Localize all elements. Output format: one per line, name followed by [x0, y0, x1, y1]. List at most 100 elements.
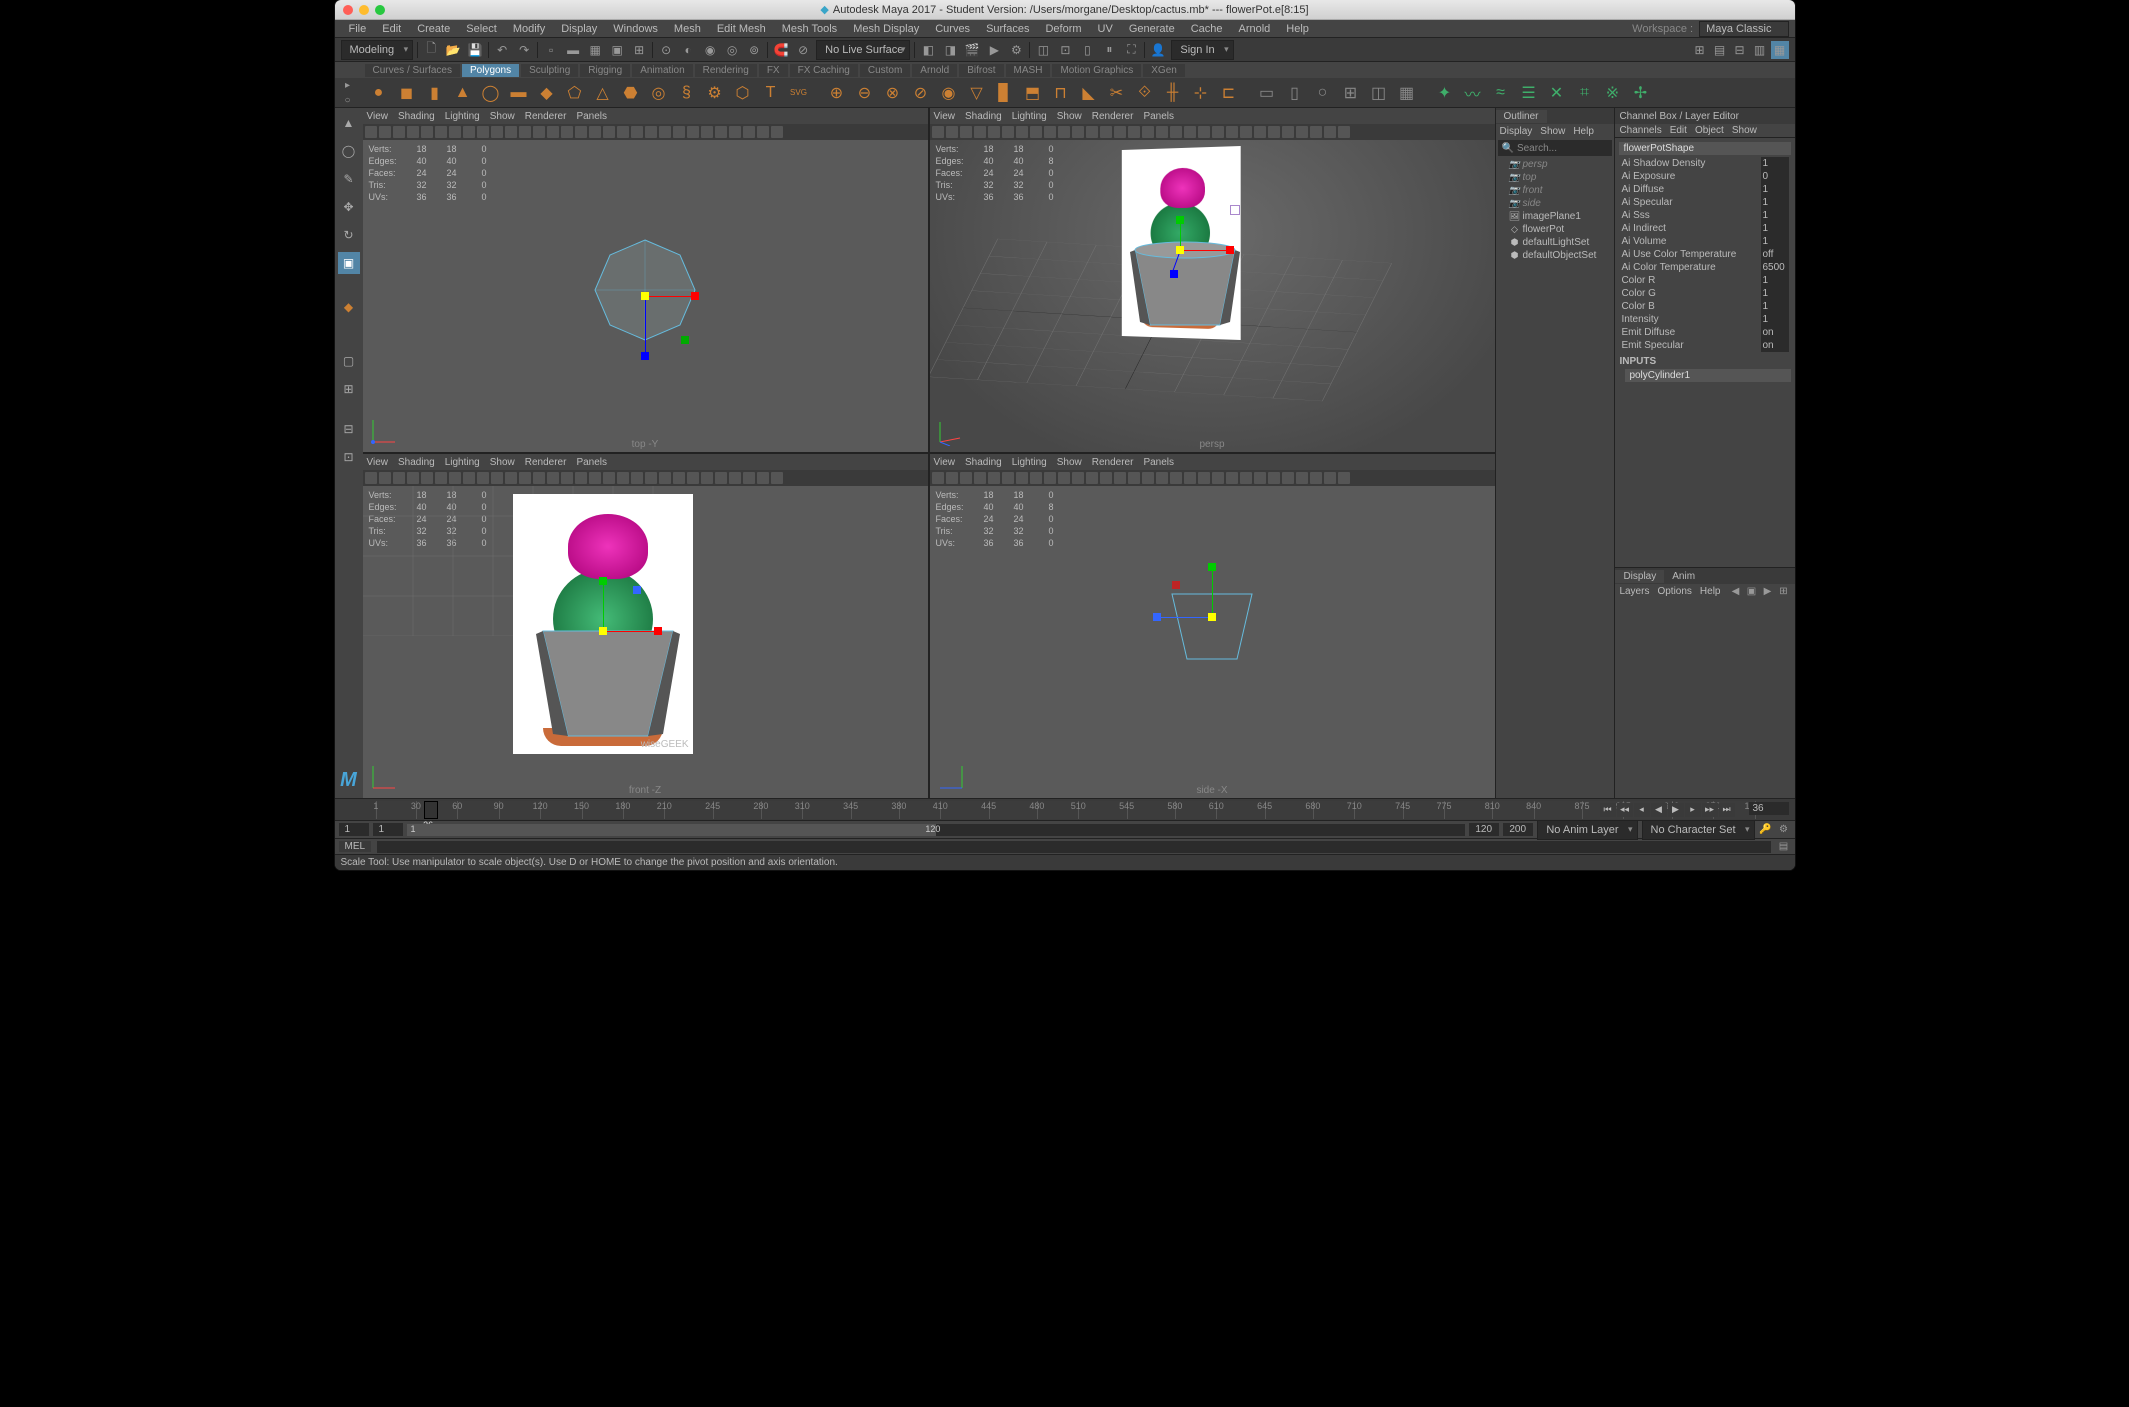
goto-start-icon[interactable]: ⏮ [1600, 803, 1616, 817]
vp-ic[interactable] [1128, 126, 1140, 138]
vp-ic[interactable] [561, 472, 573, 484]
vp-ic[interactable] [757, 126, 769, 138]
script-editor-icon[interactable]: ▤ [1777, 840, 1791, 854]
vp-ic[interactable] [379, 126, 391, 138]
vp-ic[interactable] [645, 126, 657, 138]
render-icon[interactable]: 🎬 [963, 41, 981, 59]
vp-ic[interactable] [617, 126, 629, 138]
vp-ic[interactable] [1030, 472, 1042, 484]
vp-ic[interactable] [1142, 472, 1154, 484]
outliner-item[interactable]: 📷top [1496, 171, 1615, 184]
no-live-surface[interactable]: No Live Surface [816, 40, 910, 60]
menu-deform[interactable]: Deform [1037, 23, 1089, 35]
poly-sphere-icon[interactable]: ● [367, 81, 391, 105]
outliner-help[interactable]: Help [1573, 126, 1594, 137]
vp-menu-renderer[interactable]: Renderer [525, 111, 567, 122]
vp-ic[interactable] [701, 126, 713, 138]
vp-ic[interactable] [1100, 126, 1112, 138]
sculpt-flatten-icon[interactable]: ⌗ [1573, 81, 1597, 105]
reduce-icon[interactable]: ▽ [965, 81, 989, 105]
viewport-front[interactable]: View Shading Lighting Show Renderer Pane… [363, 454, 928, 798]
vp-ic[interactable] [988, 472, 1000, 484]
outliner-item[interactable]: 📷persp [1496, 158, 1615, 171]
vp-menu-renderer[interactable]: Renderer [1092, 111, 1134, 122]
snap-live-icon[interactable]: ⊚ [745, 41, 763, 59]
render-settings-icon[interactable]: ⚙ [1007, 41, 1025, 59]
vp-ic[interactable] [407, 126, 419, 138]
channel-attr[interactable]: Emit Diffuseon [1619, 326, 1790, 339]
vp-ic[interactable] [988, 126, 1000, 138]
vp-menu-show[interactable]: Show [490, 111, 515, 122]
time-slider[interactable]: 1306090120150180210245280310345380410445… [335, 798, 1795, 820]
scale-center-handle[interactable] [1208, 613, 1216, 621]
vp-ic[interactable] [603, 472, 615, 484]
vp-ic[interactable] [1198, 126, 1210, 138]
vp-ic[interactable] [715, 126, 727, 138]
vp-ic[interactable] [435, 472, 447, 484]
poly-pyramid-icon[interactable]: △ [591, 81, 615, 105]
vp-ic[interactable] [932, 126, 944, 138]
sel-face-icon[interactable]: ▦ [586, 41, 604, 59]
poly-type-icon[interactable]: T [759, 81, 783, 105]
vp-ic[interactable] [1282, 472, 1294, 484]
vp-menu-shading[interactable]: Shading [965, 111, 1002, 122]
outliner-item[interactable]: 📷side [1496, 197, 1615, 210]
time-cursor[interactable]: 36 [424, 801, 438, 819]
scale-z-handle[interactable] [641, 352, 649, 360]
vp-ic[interactable] [449, 126, 461, 138]
outliner-item[interactable]: 🖼imagePlane1 [1496, 210, 1615, 223]
shelf-tab-fxcache[interactable]: FX Caching [790, 64, 858, 77]
vp-ic[interactable] [1170, 472, 1182, 484]
save-scene-icon[interactable]: 💾 [466, 41, 484, 59]
vp-ic[interactable] [1058, 472, 1070, 484]
scale-y-handle[interactable] [599, 577, 607, 585]
shelf-tab-fx[interactable]: FX [759, 64, 788, 77]
vp-ic[interactable] [1212, 472, 1224, 484]
lasso-tool-icon[interactable]: ◯ [338, 140, 360, 162]
vp-ic[interactable] [1030, 126, 1042, 138]
uv-cyl-icon[interactable]: ▯ [1283, 81, 1307, 105]
sel-vertex-icon[interactable]: ▫ [542, 41, 560, 59]
vp-ic[interactable] [946, 126, 958, 138]
uv-planar-icon[interactable]: ▭ [1255, 81, 1279, 105]
redo-icon[interactable]: ↷ [515, 41, 533, 59]
vp-menu-lighting[interactable]: Lighting [445, 111, 480, 122]
character-dd[interactable]: No Character Set [1642, 820, 1755, 840]
vp-ic[interactable] [743, 126, 755, 138]
vp-ic[interactable] [1184, 472, 1196, 484]
vp-ic[interactable] [1226, 472, 1238, 484]
extrude-icon[interactable]: ⬒ [1021, 81, 1045, 105]
channel-attr[interactable]: Ai Diffuse1 [1619, 183, 1790, 196]
chbox-active-icon[interactable]: ▦ [1771, 41, 1789, 59]
menu-cache[interactable]: Cache [1183, 23, 1231, 35]
layer-btn-b-icon[interactable]: ▣ [1745, 584, 1759, 598]
vp-ic[interactable] [1002, 126, 1014, 138]
chbox-edit[interactable]: Edit [1670, 125, 1687, 136]
scale-y-handle[interactable] [1208, 563, 1216, 571]
poly-prism-icon[interactable]: ⬣ [619, 81, 643, 105]
vp-ic[interactable] [771, 126, 783, 138]
outliner-item[interactable]: ⬢defaultObjectSet [1496, 249, 1615, 262]
vp-ic[interactable] [491, 472, 503, 484]
vp-ic[interactable] [603, 126, 615, 138]
vp-ic[interactable] [701, 472, 713, 484]
detach-icon[interactable]: ⊏ [1217, 81, 1241, 105]
vp-ic[interactable] [1100, 472, 1112, 484]
menu-select[interactable]: Select [458, 23, 505, 35]
vp-menu-show[interactable]: Show [1057, 457, 1082, 468]
poly-disc-icon[interactable]: ◆ [535, 81, 559, 105]
vp-menu-view[interactable]: View [934, 111, 956, 122]
vp-ic[interactable] [1170, 126, 1182, 138]
vp-ic[interactable] [505, 126, 517, 138]
menu-help[interactable]: Help [1278, 23, 1317, 35]
vp-ic[interactable] [561, 126, 573, 138]
outliner-item[interactable]: ◇flowerPot [1496, 223, 1615, 236]
outliner-tab[interactable]: Outliner [1496, 110, 1547, 123]
signin-dropdown[interactable]: Sign In [1171, 40, 1233, 60]
channel-attr[interactable]: Ai Exposure0 [1619, 170, 1790, 183]
shelf-tab-custom[interactable]: Custom [860, 64, 910, 77]
viewport-persp[interactable]: View Shading Lighting Show Renderer Pane… [930, 108, 1495, 452]
vp-ic[interactable] [960, 126, 972, 138]
vp-ic[interactable] [1002, 472, 1014, 484]
uv-sphere-icon[interactable]: ○ [1311, 81, 1335, 105]
